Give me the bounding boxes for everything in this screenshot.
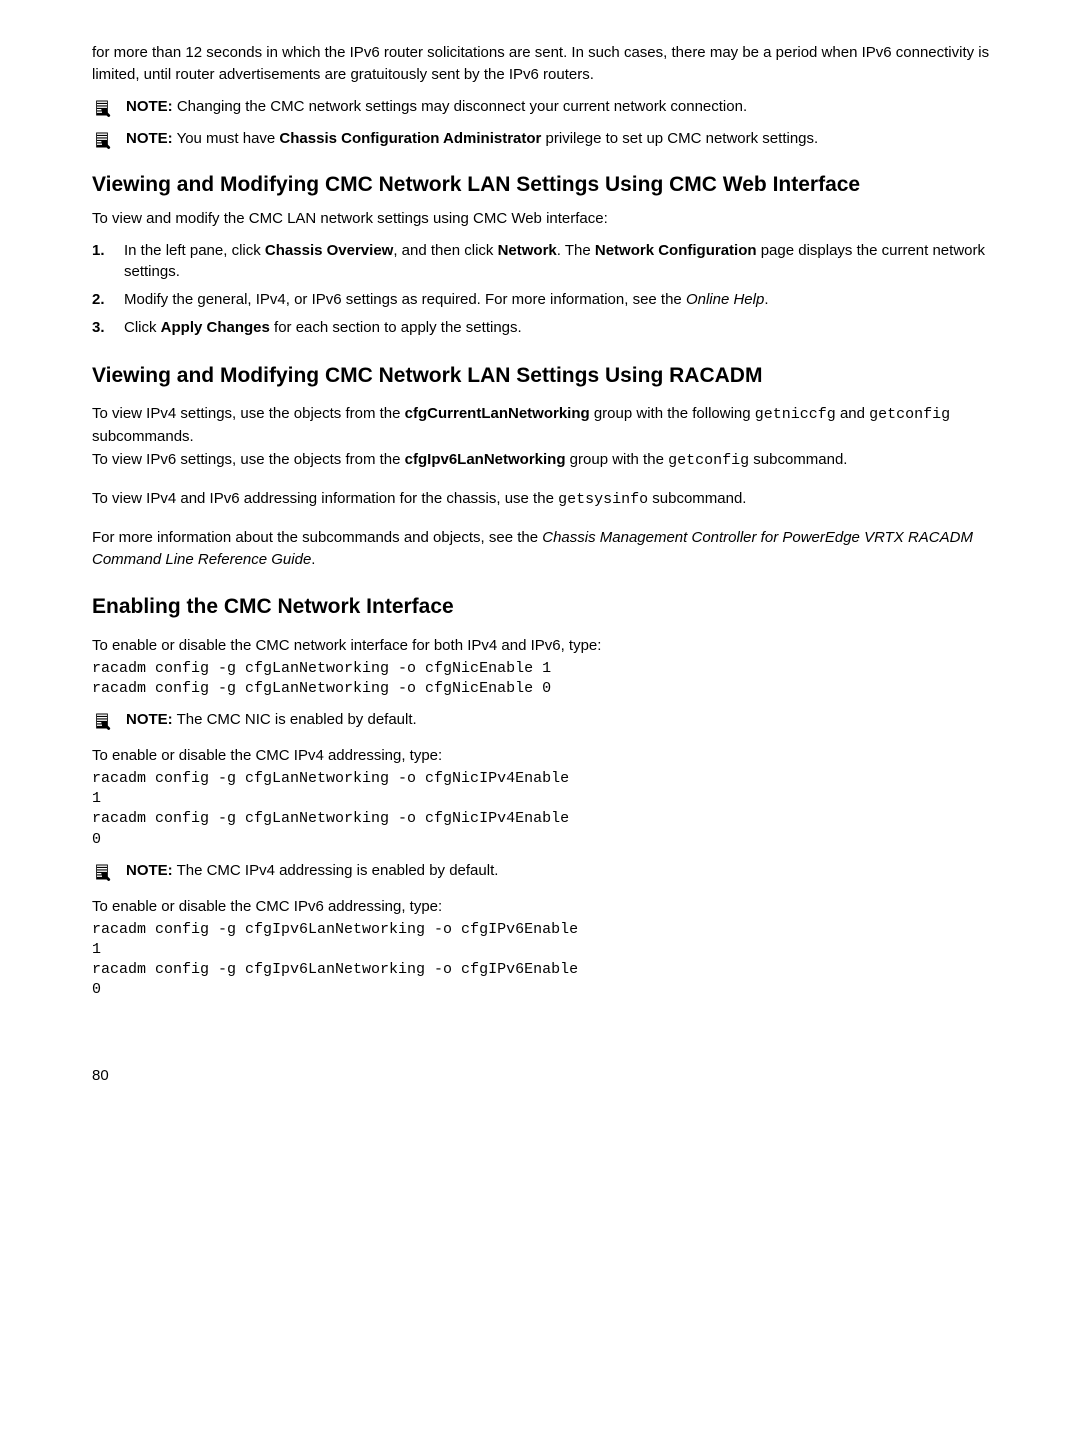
- list-item: 1. In the left pane, click Chassis Overv…: [92, 240, 992, 284]
- code-block-1: racadm config -g cfgLanNetworking -o cfg…: [92, 659, 992, 700]
- note-text: NOTE: The CMC IPv4 addressing is enabled…: [126, 860, 992, 882]
- command: getsysinfo: [558, 491, 648, 508]
- text: subcommand.: [749, 451, 847, 468]
- section-3-p3: To enable or disable the CMC IPv6 addres…: [92, 896, 992, 918]
- note-label: NOTE:: [126, 130, 173, 147]
- note-block-2: NOTE: You must have Chassis Configuratio…: [92, 128, 992, 150]
- text: To view IPv6 settings, use the objects f…: [92, 451, 405, 468]
- command: getconfig: [869, 406, 950, 423]
- step-text: .: [764, 291, 768, 308]
- note-pre: You must have: [173, 130, 280, 147]
- ui-term: Chassis Overview: [265, 242, 393, 259]
- document-page: for more than 12 seconds in which the IP…: [0, 0, 1080, 1126]
- text: and: [836, 405, 869, 422]
- step-body: Click Apply Changes for each section to …: [124, 317, 992, 339]
- text: subcommand.: [648, 490, 746, 507]
- step-body: Modify the general, IPv4, or IPv6 settin…: [124, 289, 992, 311]
- section-2-p4: For more information about the subcomman…: [92, 527, 992, 571]
- step-number: 2.: [92, 289, 110, 311]
- note-icon: [92, 130, 112, 150]
- text: subcommands.: [92, 428, 194, 445]
- code-block-3: racadm config -g cfgIpv6LanNetworking -o…: [92, 920, 992, 1001]
- note-text: NOTE: You must have Chassis Configuratio…: [126, 128, 992, 150]
- note-label: NOTE:: [126, 711, 173, 728]
- text: For more information about the subcomman…: [92, 529, 542, 546]
- list-item: 3. Click Apply Changes for each section …: [92, 317, 992, 339]
- note-block-3: NOTE: The CMC NIC is enabled by default.: [92, 709, 992, 731]
- heading-section-2: Viewing and Modifying CMC Network LAN Se…: [92, 361, 992, 391]
- code-block-2: racadm config -g cfgLanNetworking -o cfg…: [92, 769, 992, 850]
- steps-list: 1. In the left pane, click Chassis Overv…: [92, 240, 992, 339]
- note-icon: [92, 98, 112, 118]
- intro-paragraph: for more than 12 seconds in which the IP…: [92, 42, 992, 86]
- heading-section-3: Enabling the CMC Network Interface: [92, 592, 992, 622]
- step-text: for each section to apply the settings.: [270, 319, 522, 336]
- note-block-4: NOTE: The CMC IPv4 addressing is enabled…: [92, 860, 992, 882]
- step-text: Click: [124, 319, 161, 336]
- config-group: cfgCurrentLanNetworking: [405, 405, 590, 422]
- step-text: Modify the general, IPv4, or IPv6 settin…: [124, 291, 686, 308]
- step-number: 3.: [92, 317, 110, 339]
- note-icon: [92, 862, 112, 882]
- section-3-p2: To enable or disable the CMC IPv4 addres…: [92, 745, 992, 767]
- note-content: Changing the CMC network settings may di…: [173, 98, 747, 115]
- section-2-p2: To view IPv6 settings, use the objects f…: [92, 449, 992, 472]
- step-text: . The: [557, 242, 595, 259]
- note-post: privilege to set up CMC network settings…: [541, 130, 818, 147]
- section-2-p3: To view IPv4 and IPv6 addressing informa…: [92, 488, 992, 511]
- text: .: [311, 551, 315, 568]
- text: group with the following: [590, 405, 755, 422]
- config-group: cfgIpv6LanNetworking: [405, 451, 566, 468]
- step-number: 1.: [92, 240, 110, 262]
- note-block-1: NOTE: Changing the CMC network settings …: [92, 96, 992, 118]
- page-number: 80: [92, 1065, 992, 1087]
- section-2-p1: To view IPv4 settings, use the objects f…: [92, 403, 992, 448]
- note-text: NOTE: Changing the CMC network settings …: [126, 96, 992, 118]
- note-content: The CMC IPv4 addressing is enabled by de…: [173, 862, 499, 879]
- text: group with the: [566, 451, 669, 468]
- heading-section-1: Viewing and Modifying CMC Network LAN Se…: [92, 172, 992, 198]
- section-3-p1: To enable or disable the CMC network int…: [92, 635, 992, 657]
- note-label: NOTE:: [126, 98, 173, 115]
- step-text: In the left pane, click: [124, 242, 265, 259]
- note-bold: Chassis Configuration Administrator: [279, 130, 541, 147]
- note-label: NOTE:: [126, 862, 173, 879]
- text: To view IPv4 and IPv6 addressing informa…: [92, 490, 558, 507]
- command: getconfig: [668, 452, 749, 469]
- ui-term: Network Configuration: [595, 242, 757, 259]
- note-icon: [92, 711, 112, 731]
- ui-term: Network: [498, 242, 557, 259]
- step-text: , and then click: [393, 242, 497, 259]
- ui-term: Apply Changes: [161, 319, 270, 336]
- note-text: NOTE: The CMC NIC is enabled by default.: [126, 709, 992, 731]
- command: getniccfg: [755, 406, 836, 423]
- doc-reference: Online Help: [686, 291, 764, 308]
- step-body: In the left pane, click Chassis Overview…: [124, 240, 992, 284]
- section-1-intro: To view and modify the CMC LAN network s…: [92, 208, 992, 230]
- text: To view IPv4 settings, use the objects f…: [92, 405, 405, 422]
- list-item: 2. Modify the general, IPv4, or IPv6 set…: [92, 289, 992, 311]
- note-content: The CMC NIC is enabled by default.: [173, 711, 417, 728]
